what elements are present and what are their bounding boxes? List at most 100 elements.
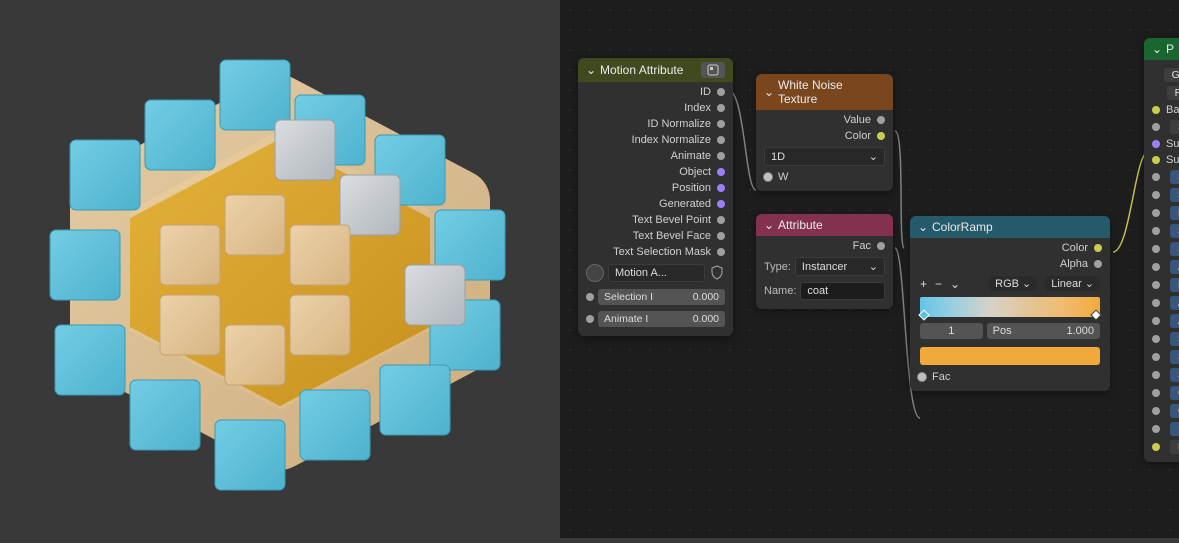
- socket-icon[interactable]: [918, 373, 926, 381]
- node-white-noise[interactable]: ⌄ White Noise Texture Value Color 1D⌄ W: [756, 74, 893, 191]
- name-label: Name:: [764, 285, 796, 297]
- socket-icon[interactable]: [1152, 299, 1160, 307]
- socket-icon[interactable]: [717, 136, 725, 144]
- socket-icon[interactable]: [1152, 227, 1160, 235]
- shield-icon[interactable]: [709, 265, 725, 281]
- node-header[interactable]: ⌄ P: [1144, 38, 1179, 60]
- socket-icon[interactable]: [717, 232, 725, 240]
- socket-icon[interactable]: [717, 88, 725, 96]
- color-mode-dropdown[interactable]: RGB⌄: [989, 276, 1037, 291]
- socket-icon[interactable]: [717, 120, 725, 128]
- node-options-icon[interactable]: [701, 62, 725, 78]
- socket-icon[interactable]: [1152, 209, 1160, 217]
- socket-icon[interactable]: [1152, 173, 1160, 181]
- socket-text-bevel-face: Text Bevel Face: [633, 230, 711, 242]
- node-colorramp[interactable]: ⌄ ColorRamp Color Alpha + − ⌄ RGB⌄ Linea…: [910, 216, 1110, 391]
- node-header[interactable]: ⌄ Motion Attribute: [578, 58, 733, 82]
- socket-icon[interactable]: [1152, 140, 1160, 148]
- socket-icon[interactable]: [1152, 407, 1160, 415]
- color-ramp-gradient[interactable]: [920, 297, 1100, 317]
- in-17[interactable]: C: [1170, 404, 1179, 418]
- socket-icon[interactable]: [1152, 443, 1160, 451]
- socket-icon[interactable]: [1152, 263, 1160, 271]
- in-1[interactable]: S: [1170, 120, 1179, 134]
- in-8[interactable]: S: [1170, 242, 1179, 256]
- in-4[interactable]: S: [1170, 170, 1179, 184]
- type-dropdown[interactable]: Instancer⌄: [795, 257, 885, 276]
- socket-icon[interactable]: [717, 168, 725, 176]
- flip-button[interactable]: ⌄: [950, 277, 960, 291]
- chevron-down-icon: ⌄: [586, 63, 596, 77]
- socket-icon[interactable]: [717, 248, 725, 256]
- 3d-viewport[interactable]: [0, 0, 560, 538]
- in-19[interactable]: E: [1170, 440, 1179, 454]
- node-title: ColorRamp: [932, 220, 993, 234]
- socket-icon[interactable]: [717, 152, 725, 160]
- in-12[interactable]: A: [1170, 314, 1179, 328]
- dimension-dropdown[interactable]: 1D⌄: [764, 147, 885, 166]
- socket-icon[interactable]: [717, 104, 725, 112]
- name-input[interactable]: coat: [800, 282, 885, 300]
- socket-icon[interactable]: [717, 216, 725, 224]
- distribution-pill[interactable]: GG: [1164, 68, 1179, 82]
- remove-stop-button[interactable]: −: [935, 277, 942, 291]
- socket-icon[interactable]: [586, 315, 594, 323]
- in-11[interactable]: A: [1170, 296, 1179, 310]
- node-principled-bsdf[interactable]: ⌄ P GG Ra Base S Sul Subs S S M S S A R …: [1144, 38, 1179, 462]
- in-5[interactable]: S: [1170, 188, 1179, 202]
- socket-icon[interactable]: [1152, 353, 1160, 361]
- in-13[interactable]: S: [1170, 332, 1179, 346]
- shader-dropdown[interactable]: Motion A...: [608, 264, 705, 282]
- socket-index: Index: [684, 102, 711, 114]
- socket-icon[interactable]: [1152, 425, 1160, 433]
- socket-icon[interactable]: [1152, 123, 1160, 131]
- socket-icon[interactable]: [717, 200, 725, 208]
- interp-dropdown[interactable]: Linear⌄: [1045, 276, 1100, 291]
- node-editor[interactable]: ⌄ Motion Attribute ID Index ID Normalize…: [560, 0, 1179, 538]
- socket-icon[interactable]: [764, 173, 772, 181]
- selection-input[interactable]: Selection I 0.000: [598, 289, 725, 305]
- socket-icon[interactable]: [1152, 371, 1160, 379]
- stop-pos-field[interactable]: Pos 1.000: [987, 323, 1100, 339]
- in-14[interactable]: S: [1170, 350, 1179, 364]
- socket-icon[interactable]: [1094, 244, 1102, 252]
- node-header[interactable]: ⌄ White Noise Texture: [756, 74, 893, 110]
- in-7[interactable]: S: [1170, 224, 1179, 238]
- socket-position: Position: [672, 182, 711, 194]
- in-18[interactable]: IC: [1170, 422, 1179, 436]
- in-10[interactable]: R: [1170, 278, 1179, 292]
- in-6[interactable]: M: [1170, 206, 1179, 220]
- socket-icon[interactable]: [1152, 245, 1160, 253]
- socket-icon[interactable]: [586, 293, 594, 301]
- socket-icon[interactable]: [1094, 260, 1102, 268]
- in-15[interactable]: Sl: [1170, 368, 1179, 382]
- socket-icon[interactable]: [1152, 317, 1160, 325]
- node-motion-attribute[interactable]: ⌄ Motion Attribute ID Index ID Normalize…: [578, 58, 733, 336]
- socket-icon[interactable]: [1152, 106, 1160, 114]
- socket-icon[interactable]: [877, 116, 885, 124]
- socket-w: W: [778, 171, 788, 183]
- in-16[interactable]: C: [1170, 386, 1179, 400]
- socket-object: Object: [679, 166, 711, 178]
- add-stop-button[interactable]: +: [920, 277, 927, 291]
- node-header[interactable]: ⌄ ColorRamp: [910, 216, 1110, 238]
- stop-index-field[interactable]: 1: [920, 323, 983, 339]
- socket-icon[interactable]: [877, 242, 885, 250]
- stop-color-swatch[interactable]: [920, 347, 1100, 365]
- node-attribute[interactable]: ⌄ Attribute Fac Type: Instancer⌄ Name: c…: [756, 214, 893, 309]
- animate-input[interactable]: Animate I 0.000: [598, 311, 725, 327]
- socket-icon[interactable]: [1152, 389, 1160, 397]
- socket-text-sel-mask: Text Selection Mask: [613, 246, 711, 258]
- subsurf-method-pill[interactable]: Ra: [1167, 86, 1179, 100]
- socket-icon[interactable]: [1152, 191, 1160, 199]
- socket-icon[interactable]: [1152, 335, 1160, 343]
- in-3: Subs: [1166, 154, 1179, 166]
- socket-icon[interactable]: [717, 184, 725, 192]
- material-icon[interactable]: [586, 264, 604, 282]
- in-9[interactable]: A: [1170, 260, 1179, 274]
- socket-icon[interactable]: [1152, 156, 1160, 164]
- socket-icon[interactable]: [1152, 281, 1160, 289]
- node-header[interactable]: ⌄ Attribute: [756, 214, 893, 236]
- socket-icon[interactable]: [877, 132, 885, 140]
- node-title: P: [1166, 42, 1174, 56]
